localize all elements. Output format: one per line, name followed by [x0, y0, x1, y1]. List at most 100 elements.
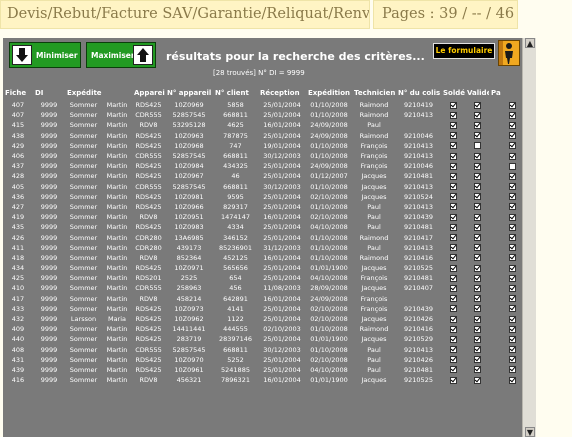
table-row[interactable]: 416 9999 Sommer Martin RDV8 456321 7896321 16/0…	[3, 375, 536, 385]
checkbox[interactable]	[449, 223, 457, 231]
table-row[interactable]: 405 9999 Sommer Martin CDR555 52857545 668811 3…	[3, 182, 536, 192]
checkbox[interactable]	[449, 213, 457, 221]
checkbox[interactable]	[473, 234, 481, 242]
checkbox[interactable]	[473, 223, 481, 231]
checkbox[interactable]	[509, 213, 516, 221]
checkbox[interactable]	[449, 142, 457, 150]
checkbox[interactable]	[473, 183, 481, 191]
table-row[interactable]: 440 9999 Sommer Martin RDS425 283719 28397146 2…	[3, 334, 536, 344]
checkbox[interactable]	[473, 121, 481, 129]
vertical-scrollbar[interactable]: ▲ ▼	[522, 38, 536, 437]
checkbox[interactable]	[473, 376, 481, 384]
table-row[interactable]: 406 9999 Sommer Martin CDR555 52857545 668811 3…	[3, 151, 536, 161]
checkbox[interactable]	[449, 132, 457, 140]
checkbox[interactable]	[449, 101, 457, 109]
checkbox[interactable]	[509, 295, 516, 303]
checkbox[interactable]	[449, 264, 457, 272]
checkbox[interactable]	[509, 234, 516, 242]
checkbox[interactable]	[473, 305, 481, 313]
checkbox[interactable]	[509, 193, 516, 201]
checkbox[interactable]	[473, 203, 481, 211]
checkbox[interactable]	[473, 264, 481, 272]
table-row[interactable]: 410 9999 Sommer Martin CDR555 258963 456 11/08/…	[3, 283, 536, 293]
table-row[interactable]: 429 9999 Sommer Martin RDS425 10Z0968 747 19/01…	[3, 141, 536, 151]
checkbox[interactable]	[509, 376, 516, 384]
person-icon[interactable]	[498, 40, 520, 66]
checkbox[interactable]	[509, 356, 516, 364]
checkbox[interactable]	[473, 356, 481, 364]
checkbox[interactable]	[473, 366, 481, 374]
checkbox[interactable]	[509, 152, 516, 160]
scroll-up-icon[interactable]: ▲	[525, 38, 535, 48]
checkbox[interactable]	[449, 244, 457, 252]
checkbox[interactable]	[449, 325, 457, 333]
checkbox[interactable]	[509, 244, 516, 252]
checkbox[interactable]	[509, 264, 516, 272]
checkbox[interactable]	[449, 366, 457, 374]
checkbox[interactable]	[449, 254, 457, 262]
table-row[interactable]: 433 9999 Sommer Martin RDS425 10Z0973 4141 25/0…	[3, 304, 536, 314]
checkbox[interactable]	[449, 335, 457, 343]
table-row[interactable]: 407 9999 Sommer Martin CDR555 52857545 668811 2…	[3, 110, 536, 120]
table-row[interactable]: 409 9999 Sommer Martin RDS425 14411441 444555 0…	[3, 324, 536, 334]
table-row[interactable]: 407 9999 Sommer Martin RDS425 10Z0969 5858 25/0…	[3, 100, 536, 110]
checkbox[interactable]	[449, 111, 457, 119]
checkbox[interactable]	[449, 172, 457, 180]
checkbox[interactable]	[509, 172, 516, 180]
checkbox[interactable]	[473, 325, 481, 333]
checkbox[interactable]	[509, 325, 516, 333]
checkbox[interactable]	[449, 376, 457, 384]
checkbox[interactable]	[509, 162, 516, 170]
checkbox[interactable]	[449, 356, 457, 364]
checkbox[interactable]	[473, 284, 481, 292]
checkbox[interactable]	[509, 366, 516, 374]
minimize-button[interactable]: Minimiser	[9, 42, 81, 68]
checkbox[interactable]	[473, 162, 481, 170]
table-row[interactable]: 408 9999 Sommer Martin CDR555 52857545 668811 3…	[3, 345, 536, 355]
checkbox[interactable]	[473, 142, 481, 150]
checkbox[interactable]	[473, 152, 481, 160]
checkbox[interactable]	[509, 183, 516, 191]
checkbox[interactable]	[473, 213, 481, 221]
checkbox[interactable]	[509, 223, 516, 231]
checkbox[interactable]	[509, 203, 516, 211]
checkbox[interactable]	[509, 315, 516, 323]
checkbox[interactable]	[473, 295, 481, 303]
checkbox[interactable]	[509, 335, 516, 343]
checkbox[interactable]	[509, 284, 516, 292]
checkbox[interactable]	[473, 346, 481, 354]
checkbox[interactable]	[509, 305, 516, 313]
table-row[interactable]: 439 9999 Sommer Martin RDS425 10Z0961 5241885 2…	[3, 365, 536, 375]
checkbox[interactable]	[449, 234, 457, 242]
checkbox[interactable]	[449, 274, 457, 282]
table-row[interactable]: 437 9999 Sommer Martin RDS425 10Z0984 434325 25…	[3, 161, 536, 171]
checkbox[interactable]	[473, 101, 481, 109]
checkbox[interactable]	[509, 274, 516, 282]
table-row[interactable]: 426 9999 Sommer Martin CDR280 13A6985 346152 25…	[3, 232, 536, 242]
checkbox[interactable]	[509, 132, 516, 140]
checkbox[interactable]	[449, 284, 457, 292]
checkbox[interactable]	[473, 132, 481, 140]
table-row[interactable]: 418 9999 Sommer Martin RDV8 852364 452125 16/01…	[3, 253, 536, 263]
checkbox[interactable]	[449, 162, 457, 170]
checkbox[interactable]	[449, 183, 457, 191]
maximize-button[interactable]: Maximiser	[86, 42, 156, 68]
table-row[interactable]: 427 9999 Sommer Martin RDS425 10Z0966 829317 25…	[3, 202, 536, 212]
table-row[interactable]: 425 9999 Sommer Martin RDS201 2525 654 25/01/20…	[3, 273, 536, 283]
checkbox[interactable]	[449, 346, 457, 354]
checkbox[interactable]	[473, 274, 481, 282]
checkbox[interactable]	[449, 121, 457, 129]
checkbox[interactable]	[509, 254, 516, 262]
checkbox[interactable]	[473, 172, 481, 180]
table-row[interactable]: 417 9999 Sommer Martin RDV8 458214 642891 16/01…	[3, 294, 536, 304]
table-row[interactable]: 436 9999 Sommer Martin RDS425 10Z0981 9595 25/0…	[3, 192, 536, 202]
checkbox[interactable]	[449, 203, 457, 211]
table-row[interactable]: 438 9999 Sommer Martin RDS425 10Z0963 787875 25…	[3, 131, 536, 141]
checkbox[interactable]	[449, 305, 457, 313]
checkbox[interactable]	[473, 244, 481, 252]
checkbox[interactable]	[509, 111, 516, 119]
table-row[interactable]: 428 9999 Sommer Martin RDS425 10Z0967 46 25/01/…	[3, 171, 536, 181]
table-row[interactable]: 411 9999 Sommer Martin CDR280 439173 85236901 3…	[3, 243, 536, 253]
table-row[interactable]: 419 9999 Sommer Martin RDV8 10Z0951 1474147 16/…	[3, 212, 536, 222]
checkbox[interactable]	[473, 315, 481, 323]
